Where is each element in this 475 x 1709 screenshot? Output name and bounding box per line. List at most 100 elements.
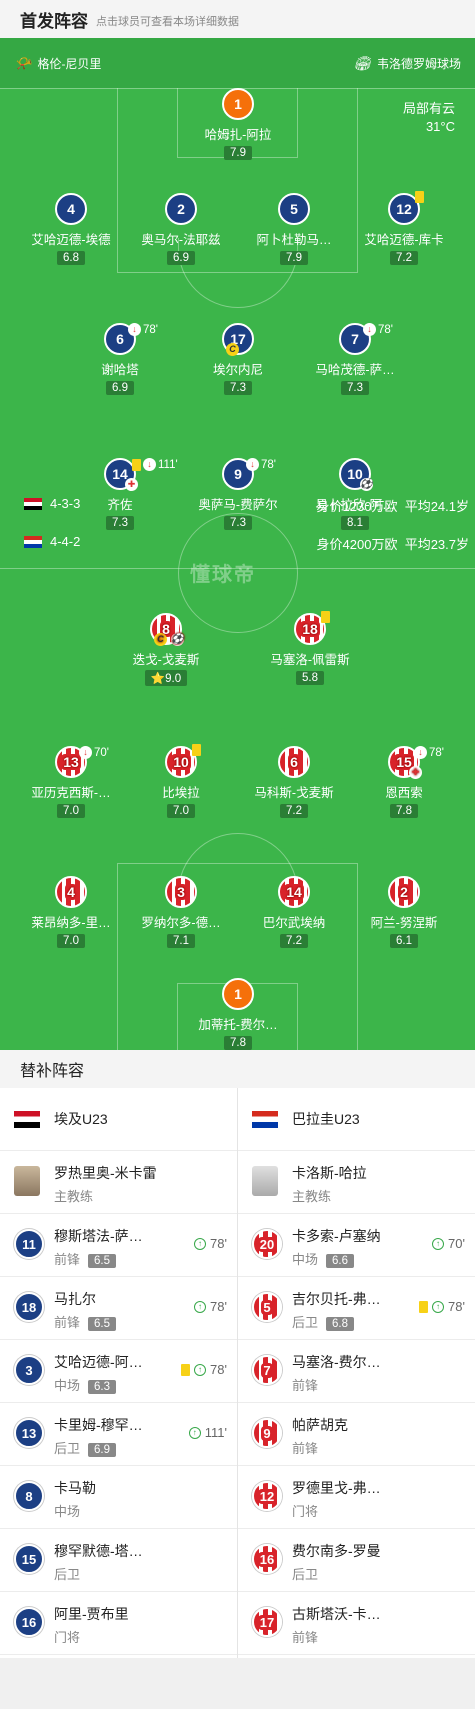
home-player-10[interactable]: 10 ⚽ 易卜拉欣-阿… 8.1 bbox=[295, 458, 415, 531]
player-name: 哈姆扎-阿拉 bbox=[204, 128, 272, 142]
weather-desc: 局部有云 bbox=[402, 101, 455, 116]
whistle-icon: 📯 bbox=[14, 54, 32, 71]
lineup-subtitle: 点击球员可查看本场详细数据 bbox=[96, 15, 239, 28]
away-player-4[interactable]: 4 莱昂纳多-里… 7.0 bbox=[11, 876, 131, 949]
subs-title: 替补阵容 bbox=[0, 1050, 475, 1088]
sub-in-icon: ↑ bbox=[188, 1426, 201, 1439]
sub-in-icon: ↑ bbox=[194, 1237, 207, 1250]
yellow-card-icon bbox=[181, 1363, 191, 1376]
away-team-row[interactable]: 巴拉圭U23 bbox=[238, 1088, 475, 1151]
coach-name: 卡洛斯-哈拉 bbox=[292, 1165, 367, 1181]
away-formation: 4-4-2 bbox=[24, 534, 80, 549]
away-player-13[interactable]: 13 ↓ 70' 亚历克西斯-… 7.0 bbox=[11, 746, 131, 819]
away-player-6[interactable]: 6 马科斯-戈麦斯 7.2 bbox=[234, 746, 354, 819]
home-team-value: 身价1230万欧 平均24.1岁 bbox=[316, 499, 469, 514]
sub-in-icon: ↑ bbox=[194, 1363, 207, 1376]
list-item[interactable]: 3 艾哈迈德-阿… 中场 6.3 ↑ 78' bbox=[0, 1340, 237, 1403]
captain-icon: C bbox=[226, 343, 239, 356]
lineup-header: 首发阵容 点击球员可查看本场详细数据 bbox=[0, 0, 475, 38]
venue-row: 📯 格伦-尼贝里 🏟 韦洛德罗姆球场 bbox=[0, 38, 475, 88]
home-player-5[interactable]: 5 阿卜杜勒马… 7.9 bbox=[234, 193, 354, 266]
captain-icon: C bbox=[154, 633, 167, 646]
away-player-15[interactable]: 15 ✚ ↓ 78' 恩西索 7.8 bbox=[344, 746, 464, 819]
stadium-name: 韦洛德罗姆球场 bbox=[376, 56, 461, 71]
away-subs-column: 巴拉圭U23 卡洛斯-哈拉 主教练 20 卡多索-卢塞纳 中场 6.6 ↑ 70' … bbox=[238, 1088, 475, 1655]
list-item[interactable]: 9 帕萨胡克 前锋 bbox=[238, 1403, 475, 1466]
home-player-7[interactable]: 7 ↓ 78' 马哈茂德-萨… 7.3 bbox=[295, 323, 415, 396]
coach-role: 主教练 bbox=[54, 1189, 94, 1204]
sub-out-icon: ↓ bbox=[363, 323, 376, 336]
home-player-9[interactable]: 9 ↓ 78' 奥萨马-费萨尔 7.3 bbox=[178, 458, 298, 531]
yellow-card-icon bbox=[415, 191, 424, 203]
list-item[interactable]: 15 穆罕默德-塔… 后卫 bbox=[0, 1529, 237, 1592]
sub-out-icon: ↓ bbox=[128, 323, 141, 336]
watermark-logo: 懂球帝 bbox=[190, 564, 256, 586]
away-player-1[interactable]: 1 加蒂托-费尔… 7.8 bbox=[178, 978, 298, 1050]
sub-out-icon: ↓ bbox=[246, 458, 259, 471]
away-coach-row[interactable]: 卡洛斯-哈拉 主教练 bbox=[238, 1151, 475, 1214]
paraguay-flag-icon bbox=[252, 1110, 278, 1128]
list-item[interactable]: 5 吉尔贝托-弗… 后卫 6.8 ↑ 78' bbox=[238, 1277, 475, 1340]
coach-avatar bbox=[252, 1166, 278, 1196]
list-item[interactable]: 13 卡里姆-穆罕… 后卫 6.9 ↑ 111' bbox=[0, 1403, 237, 1466]
subs-section: 埃及U23 罗热里奥-米卡雷 主教练 11 穆斯塔法-萨… 前锋 6.5 ↑ 78'… bbox=[0, 1088, 475, 1658]
home-player-1[interactable]: 1 哈姆扎-阿拉 7.9 bbox=[178, 88, 298, 161]
yellow-card-icon bbox=[419, 1300, 429, 1313]
list-item[interactable]: 12 罗德里戈-弗… 门将 bbox=[238, 1466, 475, 1529]
home-team-row[interactable]: 埃及U23 bbox=[0, 1088, 237, 1151]
sub-out-icon: ↓ bbox=[143, 458, 156, 471]
egypt-flag-icon bbox=[24, 497, 42, 510]
sub-in-icon: ↑ bbox=[432, 1300, 445, 1313]
home-player-6[interactable]: 6 ↓ 78' 谢哈塔 6.9 bbox=[60, 323, 180, 396]
list-item[interactable]: 20 卡多索-卢塞纳 中场 6.6 ↑ 70' bbox=[238, 1214, 475, 1277]
player-number-badge: 1 bbox=[222, 88, 254, 120]
weather-temp: 31°C bbox=[425, 119, 455, 134]
list-item[interactable]: 18 马扎尔 前锋 6.5 ↑ 78' bbox=[0, 1277, 237, 1340]
list-item[interactable]: 16 费尔南多-罗曼 后卫 bbox=[238, 1529, 475, 1592]
sub-out-icon: ↓ bbox=[414, 746, 427, 759]
coach-name: 罗热里奥-米卡雷 bbox=[54, 1165, 157, 1181]
home-subs-column: 埃及U23 罗热里奥-米卡雷 主教练 11 穆斯塔法-萨… 前锋 6.5 ↑ 78'… bbox=[0, 1088, 237, 1655]
away-player-18[interactable]: 18 马塞洛-佩雷斯 5.8 bbox=[250, 611, 370, 686]
coach-role: 主教练 bbox=[292, 1189, 332, 1204]
list-item[interactable]: 17 古斯塔沃-卡… 前锋 bbox=[238, 1592, 475, 1655]
stadium-icon: 🏟 bbox=[353, 54, 371, 71]
injury-icon: ✚ bbox=[125, 478, 138, 491]
egypt-flag-icon bbox=[14, 1110, 40, 1128]
away-player-2[interactable]: 2 阿兰-努涅斯 6.1 bbox=[344, 876, 464, 949]
yellow-card-icon bbox=[321, 611, 330, 623]
away-player-3[interactable]: 3 罗纳尔多-德… 7.1 bbox=[121, 876, 241, 949]
away-player-14[interactable]: 14 巴尔武埃纳 7.2 bbox=[234, 876, 354, 949]
home-coach-row[interactable]: 罗热里奥-米卡雷 主教练 bbox=[0, 1151, 237, 1214]
list-item[interactable]: 16 阿里-贾布里 门将 bbox=[0, 1592, 237, 1655]
home-player-4[interactable]: 4 艾哈迈德-埃德 6.8 bbox=[11, 193, 131, 266]
home-player-12[interactable]: 12 艾哈迈德-库卡 7.2 bbox=[344, 191, 464, 266]
list-item[interactable]: 11 穆斯塔法-萨… 前锋 6.5 ↑ 78' bbox=[0, 1214, 237, 1277]
paraguay-flag-icon bbox=[24, 535, 42, 548]
player-rating: 7.9 bbox=[224, 146, 252, 160]
goal-ball-icon: ⚽ bbox=[171, 633, 184, 646]
home-player-14[interactable]: 14 ✚ ↓ 111' 齐佐 7.3 bbox=[60, 458, 180, 531]
sub-in-icon: ↑ bbox=[432, 1237, 445, 1250]
sub-out-icon: ↓ bbox=[79, 746, 92, 759]
list-item[interactable]: 8 卡马勒 中场 bbox=[0, 1466, 237, 1529]
referee-name: 格伦-尼贝里 bbox=[37, 56, 102, 71]
injury-icon: ✚ bbox=[409, 766, 422, 779]
coach-avatar bbox=[14, 1166, 40, 1196]
away-player-10[interactable]: 10 比埃拉 7.0 bbox=[121, 744, 241, 819]
yellow-card-icon bbox=[192, 744, 201, 756]
star-icon: ⭐ bbox=[150, 673, 166, 685]
away-player-8[interactable]: 8 C ⚽ 迭戈-戈麦斯 ⭐9.0 bbox=[106, 613, 226, 687]
lineup-title: 首发阵容 bbox=[20, 11, 88, 31]
away-team-name: 巴拉圭U23 bbox=[292, 1111, 360, 1127]
home-player-2[interactable]: 2 奥马尔-法耶兹 6.9 bbox=[121, 193, 241, 266]
weather: 局部有云 31°C bbox=[403, 100, 455, 136]
home-player-17[interactable]: 17 C 埃尔内尼 7.3 bbox=[178, 323, 298, 396]
yellow-card-icon bbox=[132, 458, 141, 471]
sub-in-icon: ↑ bbox=[194, 1300, 207, 1313]
home-formation: 4-3-3 bbox=[24, 496, 80, 511]
list-item[interactable]: 7 马塞洛-费尔… 前锋 bbox=[238, 1340, 475, 1403]
away-team-value: 身价4200万欧 平均23.7岁 bbox=[316, 537, 469, 552]
goal-ball-icon: ⚽ bbox=[360, 478, 373, 491]
home-team-name: 埃及U23 bbox=[54, 1111, 108, 1127]
